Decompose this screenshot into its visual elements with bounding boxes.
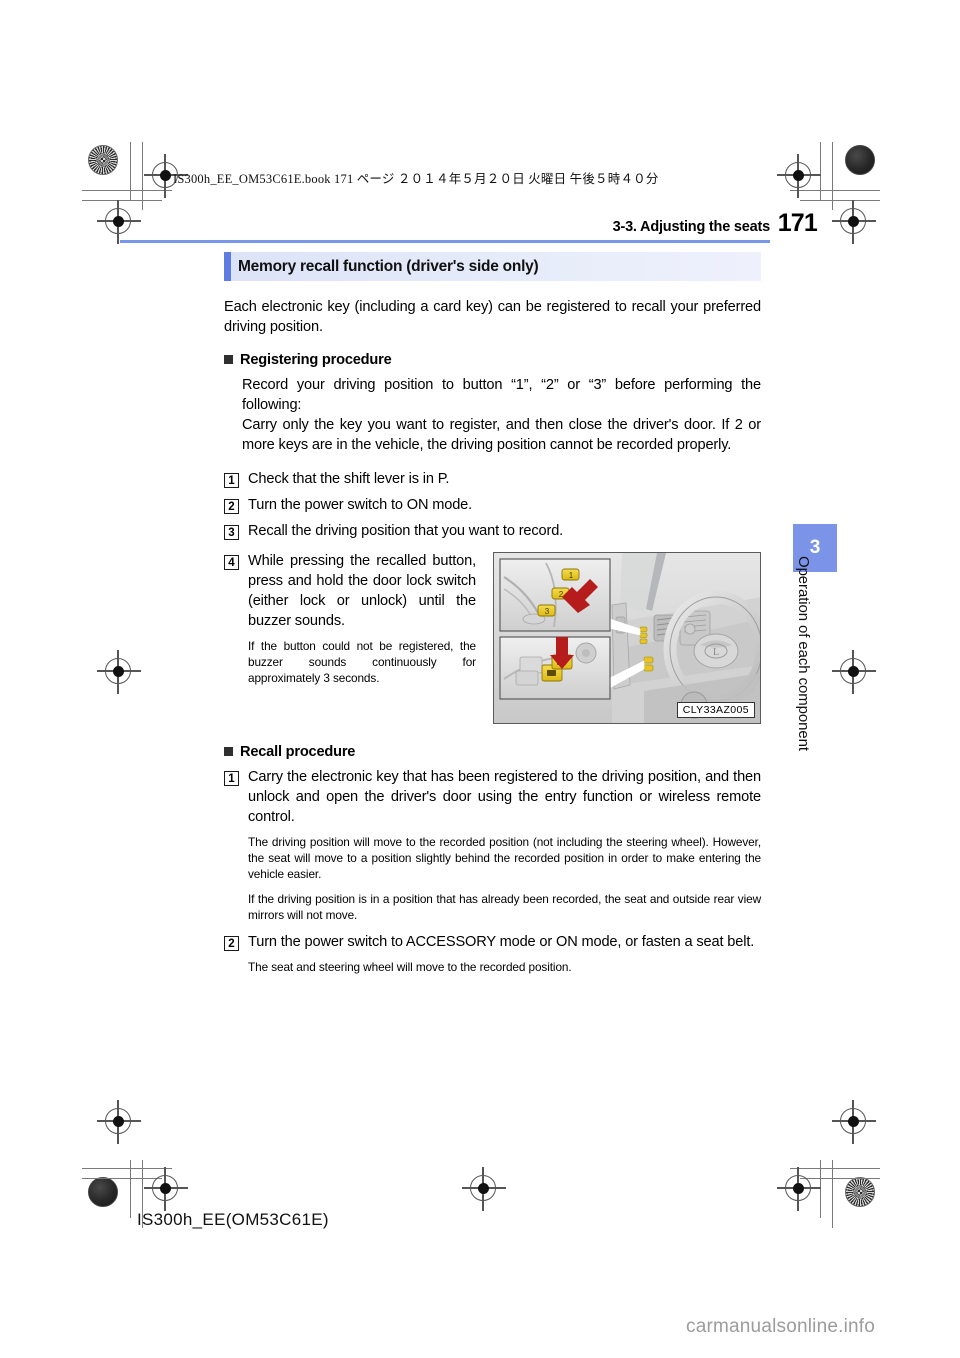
memory-buttons-illustration: L 1 2 3 CLY33AZ005 — [493, 551, 761, 724]
registering-step-2: 2 Turn the power switch to ON mode. — [224, 496, 761, 516]
registration-mark — [832, 200, 876, 244]
trim-line — [800, 200, 880, 201]
registration-mark — [97, 650, 141, 694]
trim-line — [832, 1160, 833, 1228]
trim-line — [82, 190, 172, 191]
figure-caption: CLY33AZ005 — [676, 701, 755, 718]
step-number-badge: 1 — [224, 472, 239, 488]
lexus-logo-icon: L — [713, 647, 719, 658]
trim-line — [790, 190, 880, 191]
recall-step-1-note-2: If the driving position is in a position… — [248, 891, 761, 922]
print-color-patch-bottom-right — [845, 1177, 875, 1207]
registering-preface-1: Record your driving position to button “… — [242, 376, 761, 413]
trim-line — [130, 142, 131, 200]
registration-mark — [832, 1100, 876, 1144]
inset-door-memory-buttons: 1 2 3 — [499, 558, 611, 632]
step-text: Recall the driving position that you wan… — [248, 522, 564, 539]
print-color-patch-bottom-left — [88, 1177, 118, 1207]
memory-button-3-label: 3 — [545, 607, 550, 616]
registration-mark — [832, 650, 876, 694]
unlock-icon — [547, 669, 556, 676]
chapter-tab-title: Operation of each component — [795, 556, 812, 751]
step-number-badge: 3 — [224, 524, 239, 540]
illustration-svg: L 1 2 3 — [494, 552, 760, 723]
step-number-badge: 1 — [224, 770, 239, 786]
recall-step-2-note-1: The seat and steering wheel will move to… — [248, 960, 572, 975]
recall-step-1-note-1: The driving position will move to the re… — [248, 834, 761, 882]
registration-mark — [97, 200, 141, 244]
section-intro-paragraph: Each electronic key (including a card ke… — [224, 299, 761, 335]
site-watermark: carmanualsonline.info — [686, 1316, 876, 1337]
registering-procedure-heading: Registering procedure — [224, 352, 761, 368]
registration-mark — [777, 154, 821, 198]
section-accent-bar — [224, 252, 231, 281]
trim-line — [130, 1160, 131, 1218]
registration-mark — [144, 1167, 188, 1211]
recall-step-2: 2 Turn the power switch to ACCESSORY mod… — [224, 933, 761, 953]
step-number-badge: 4 — [224, 554, 239, 570]
header-rule — [120, 240, 770, 243]
step-text: Turn the power switch to ACCESSORY mode … — [248, 934, 755, 951]
book-file-meta: IS300h_EE_OM53C61E.book 171 ページ ２０１４年５月２… — [173, 172, 659, 186]
print-color-patch-top-left — [88, 145, 118, 175]
trim-line — [82, 1178, 162, 1179]
registering-preface-2: Carry only the key you want to register,… — [242, 416, 761, 453]
section-banner: Memory recall function (driver's side on… — [224, 252, 761, 281]
recall-procedure-heading-label: Recall procedure — [240, 743, 356, 760]
running-head: 3-3. Adjusting the seats — [612, 219, 771, 235]
section-title: Memory recall function (driver's side on… — [238, 257, 539, 275]
step-number-badge: 2 — [224, 936, 239, 952]
trim-line — [820, 1160, 821, 1218]
registration-mark — [462, 1167, 506, 1211]
square-bullet-icon — [224, 747, 233, 757]
page-number: 171 — [777, 209, 818, 237]
registration-mark — [97, 1100, 141, 1144]
inset-door-lock-switch — [499, 636, 611, 700]
trim-line — [82, 200, 162, 201]
registering-step-4: 4 While pressing the recalled button, pr… — [224, 552, 476, 687]
trim-line — [790, 1168, 880, 1169]
step-text: While pressing the recalled button, pres… — [248, 552, 476, 629]
memory-switch-callout-marker — [639, 626, 648, 644]
trim-line — [800, 1178, 880, 1179]
footer-document-code: IS300h_EE(OM53C61E) — [137, 1210, 329, 1229]
recall-procedure-block: Recall procedure 1 Carry the electronic … — [224, 744, 761, 976]
step-4-note: If the button could not be registered, t… — [248, 638, 476, 686]
recall-step-1: 1 Carry the electronic key that has been… — [224, 768, 761, 828]
step-text: Check that the shift lever is in P. — [248, 470, 450, 487]
trim-line — [142, 142, 143, 210]
registering-procedure-heading-label: Registering procedure — [240, 351, 392, 368]
registering-step-1: 1 Check that the shift lever is in P. — [224, 470, 761, 490]
registering-preface: Record your driving position to button “… — [242, 376, 761, 456]
recall-procedure-heading: Recall procedure — [224, 744, 761, 760]
memory-button-1-label: 1 — [569, 571, 574, 580]
trim-line — [832, 142, 833, 210]
registering-step-3: 3 Recall the driving position that you w… — [224, 522, 761, 542]
step-text: Turn the power switch to ON mode. — [248, 496, 473, 513]
trim-line — [820, 142, 821, 200]
registering-step-4-row: L 1 2 3 CLY33AZ005 4 While pressing the … — [224, 551, 761, 730]
registration-mark — [777, 1167, 821, 1211]
page-content: Memory recall function (driver's side on… — [224, 252, 761, 975]
print-color-patch-top-right — [845, 145, 875, 175]
square-bullet-icon — [224, 355, 233, 365]
step-text: Carry the electronic key that has been r… — [248, 768, 761, 825]
step-number-badge: 2 — [224, 498, 239, 514]
trim-line — [82, 1168, 172, 1169]
